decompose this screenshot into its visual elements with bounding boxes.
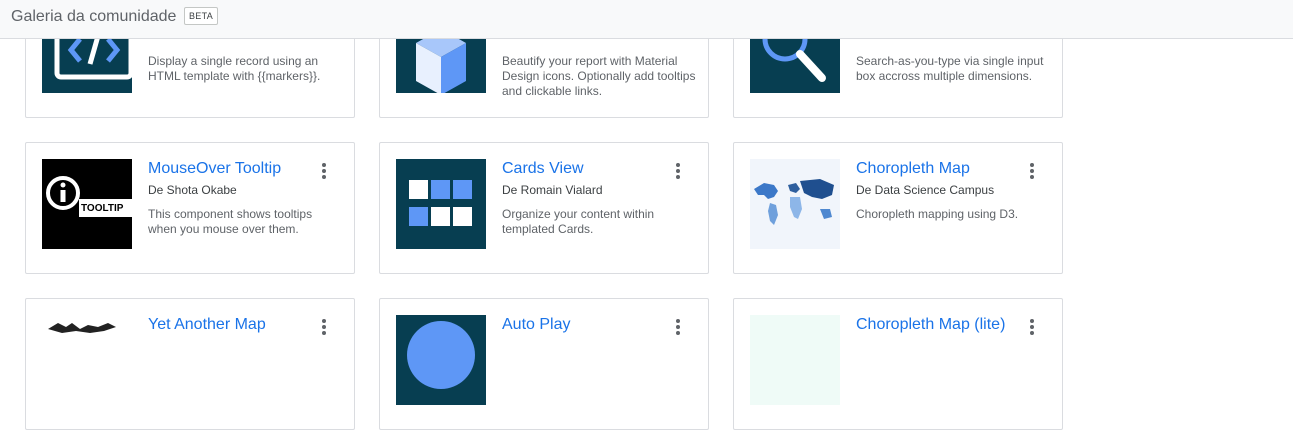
more-options-icon[interactable] [316,319,332,339]
card-title[interactable]: Yet Another Map [148,316,266,334]
card-author: De Shota Okabe [148,183,237,197]
card-title[interactable]: Auto Play [502,316,570,334]
beta-badge: BETA [184,7,219,25]
more-options-icon[interactable] [1024,163,1040,183]
component-card[interactable]: TOOLTIP MouseOver Tooltip De Shota Okabe… [25,142,355,274]
card-author: De Romain Vialard [502,183,603,197]
cards-grid-icon [396,159,486,249]
component-card[interactable]: Cards View De Romain Vialard Organize yo… [379,142,709,274]
card-title[interactable]: Cards View [502,160,584,178]
more-options-icon[interactable] [316,163,332,183]
more-options-icon[interactable] [670,163,686,183]
card-title[interactable]: Choropleth Map [856,160,970,178]
light-map-icon [750,315,840,405]
page-title: Galeria da comunidade [11,8,177,25]
component-card[interactable]: Auto Play [379,298,709,430]
card-description: This component shows tooltips when you m… [148,207,313,236]
info-tooltip-icon: TOOLTIP [42,159,132,249]
world-map-icon [750,159,840,249]
component-card[interactable]: Yet Another Map [25,298,355,430]
card-description: Organize your content within templated C… [502,207,655,236]
card-title[interactable]: MouseOver Tooltip [148,160,281,178]
card-description: Search-as-you-type via single input box … [856,54,1044,83]
card-description: Choropleth mapping using D3. [856,207,1019,221]
card-description: Display a single record using an HTML te… [148,54,321,83]
card-description: Beautify your report with Material Desig… [502,54,696,98]
more-options-icon[interactable] [1024,319,1040,339]
component-card[interactable]: Choropleth Map De Data Science Campus Ch… [733,142,1063,274]
tooltip-label: TOOLTIP [81,203,124,214]
more-options-icon[interactable] [670,319,686,339]
gallery-header: Galeria da comunidade BETA [0,0,1293,39]
component-card[interactable]: Choropleth Map (lite) [733,298,1063,430]
play-circle-icon [396,315,486,405]
card-title[interactable]: Choropleth Map (lite) [856,316,1005,334]
map-silhouette-icon [42,315,132,405]
card-author: De Data Science Campus [856,183,995,197]
